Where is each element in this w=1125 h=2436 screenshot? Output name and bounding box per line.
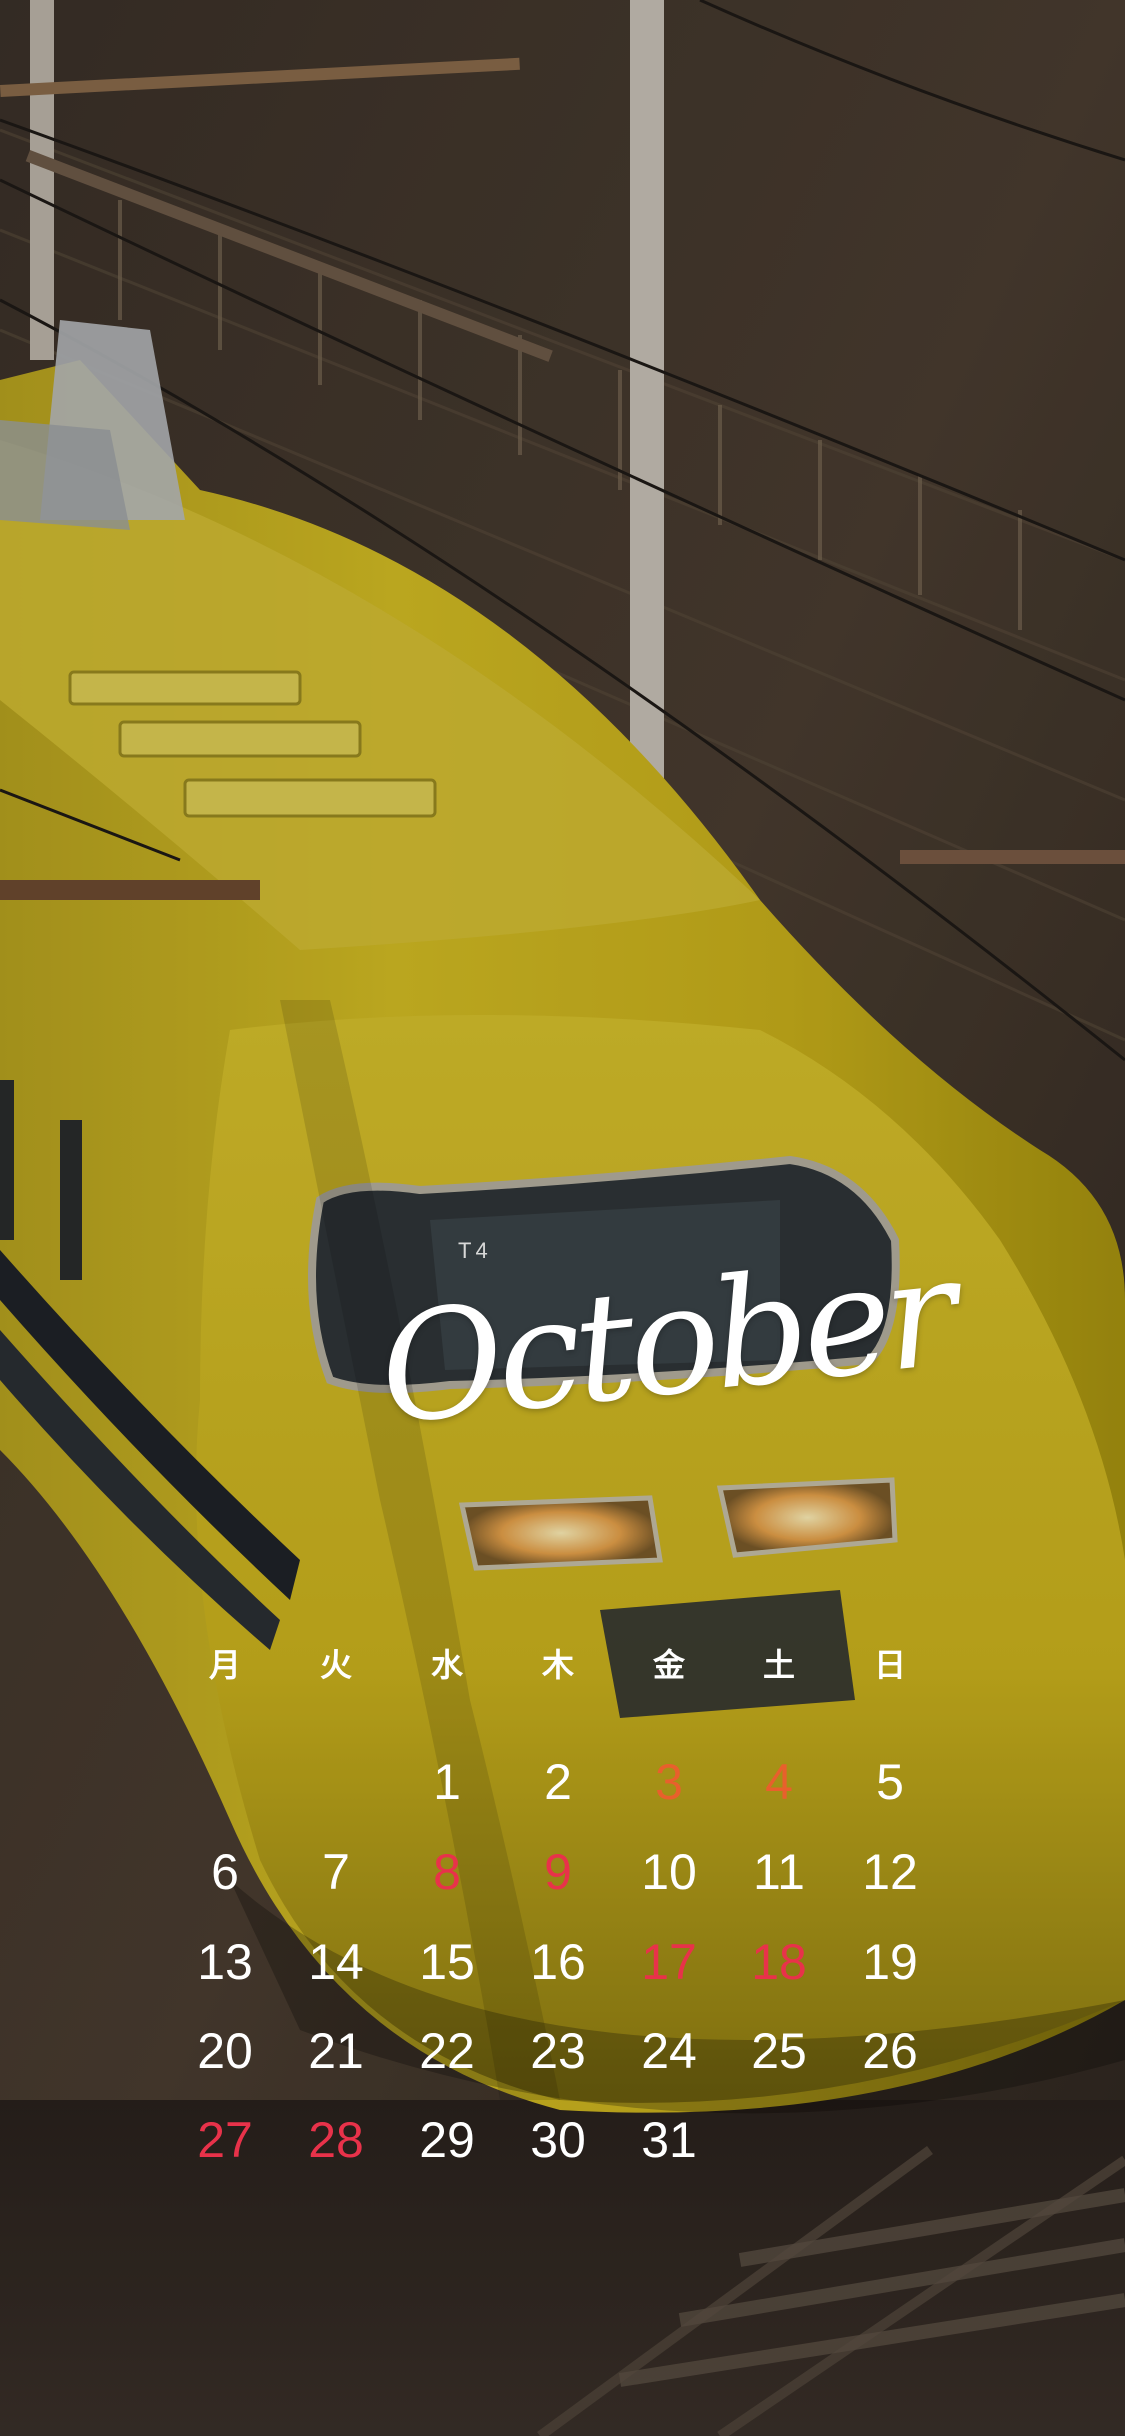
- calendar-day: 25: [751, 2023, 807, 2079]
- calendar-day: 5: [876, 1754, 904, 1810]
- calendar-day: 20: [197, 2023, 253, 2079]
- calendar-day: 22: [419, 2023, 475, 2079]
- calendar-day: 27: [197, 2112, 253, 2168]
- calendar-day: 9: [544, 1844, 572, 1900]
- calendar-day: 10: [641, 1844, 697, 1900]
- weekday-wed: 水: [430, 1647, 463, 1683]
- calendar-day: 16: [530, 1934, 586, 1990]
- train-number: T4: [458, 1238, 492, 1263]
- calendar-day: 24: [641, 2023, 697, 2079]
- calendar-day: 28: [308, 2112, 364, 2168]
- calendar-day: 14: [308, 1934, 364, 1990]
- weekday-fri: 金: [652, 1647, 685, 1683]
- calendar-day: 21: [308, 2023, 364, 2079]
- calendar-day: 6: [211, 1844, 239, 1900]
- calendar-day: 18: [751, 1934, 807, 1990]
- weekday-tue: 火: [319, 1647, 352, 1683]
- calendar-day: 17: [641, 1934, 697, 1990]
- calendar-day: 7: [322, 1844, 350, 1900]
- calendar-grid: 月 火 水 木 金 土 日 1 2 3 4 5 6 7 8 9 10 11 12…: [0, 0, 1125, 2436]
- calendar-day: 4: [765, 1754, 793, 1810]
- weekday-mon: 月: [208, 1647, 241, 1683]
- calendar-day: 13: [197, 1934, 253, 1990]
- calendar-day: 29: [419, 2112, 475, 2168]
- calendar-day: 31: [641, 2112, 697, 2168]
- calendar-day: 1: [433, 1754, 461, 1810]
- calendar-day: 3: [655, 1754, 683, 1810]
- calendar-day: 12: [862, 1844, 918, 1900]
- calendar-day: 2: [544, 1754, 572, 1810]
- weekday-thu: 木: [541, 1647, 574, 1683]
- wallpaper: October 月 火 水 木 金 土 日 1 2 3 4 5 6 7 8 9 …: [0, 0, 1125, 2436]
- calendar-day: 30: [530, 2112, 586, 2168]
- calendar-day: 19: [862, 1934, 918, 1990]
- weekday-sat: 土: [762, 1647, 795, 1683]
- calendar-day: 11: [753, 1844, 805, 1900]
- weekday-sun: 日: [873, 1647, 906, 1683]
- calendar-day: 8: [433, 1844, 461, 1900]
- calendar-day: 26: [862, 2023, 918, 2079]
- calendar-day: 15: [419, 1934, 475, 1990]
- calendar-day: 23: [530, 2023, 586, 2079]
